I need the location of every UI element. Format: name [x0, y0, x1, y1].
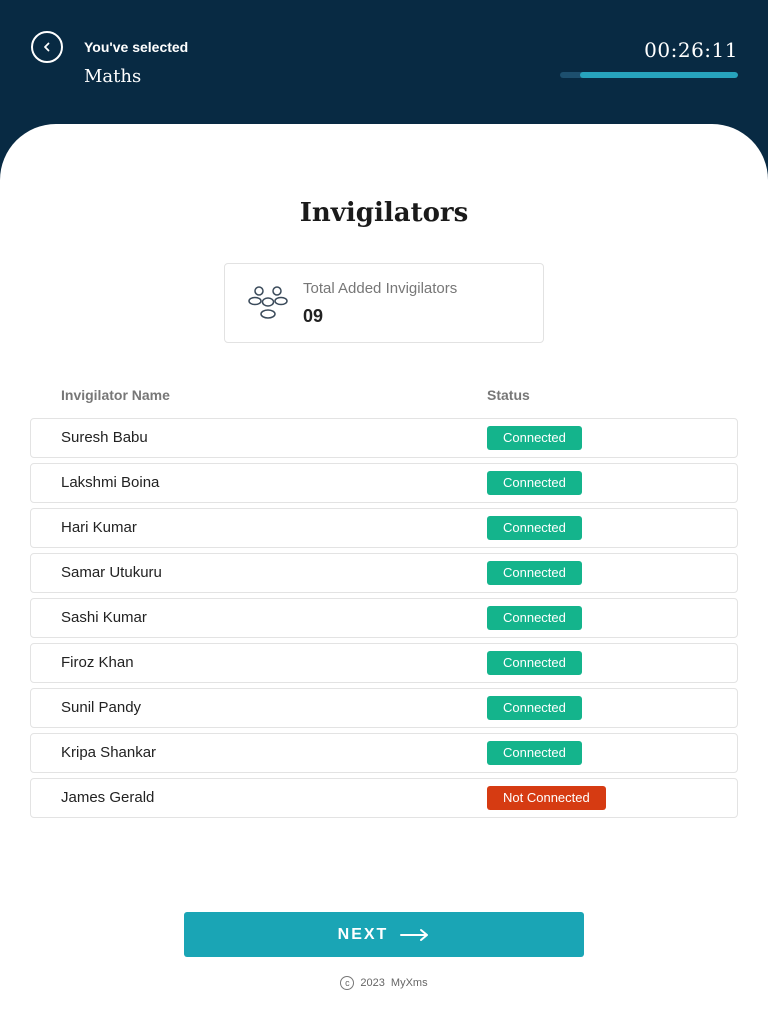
- table-row: Sashi Kumar Connected: [30, 598, 738, 638]
- status-badge: Connected: [487, 696, 582, 720]
- table-row: Lakshmi Boina Connected: [30, 463, 738, 503]
- footer-year: 2023: [360, 977, 385, 989]
- invigilator-name: James Gerald: [61, 789, 155, 806]
- summary-count: 09: [303, 306, 324, 326]
- exam-timer: 00:26:11: [644, 38, 738, 62]
- time-progress-fill: [579, 72, 738, 78]
- invigilator-name: Sashi Kumar: [61, 609, 147, 626]
- status-badge: Connected: [487, 561, 582, 585]
- back-button[interactable]: [31, 31, 63, 63]
- footer: c 2023 MyXms: [0, 976, 768, 990]
- time-progress-bar: [560, 72, 738, 78]
- column-header-name: Invigilator Name: [61, 387, 170, 403]
- copyright-icon: c: [340, 976, 355, 990]
- footer-brand: MyXms: [390, 977, 428, 989]
- group-icon: [248, 286, 288, 319]
- next-button[interactable]: NEXT: [184, 912, 584, 957]
- summary-label: Total Added Invigilators: [303, 280, 458, 297]
- table-row: James Gerald Not Connected: [30, 778, 738, 818]
- total-invigilators-card: Total Added Invigilators 09: [224, 263, 544, 343]
- invigilator-name: Firoz Khan: [61, 654, 134, 671]
- invigilator-name: Hari Kumar: [61, 519, 137, 536]
- status-badge: Connected: [487, 426, 582, 450]
- next-button-label: NEXT: [337, 925, 389, 943]
- status-badge: Connected: [487, 651, 582, 675]
- invigilator-name: Sunil Pandy: [61, 699, 142, 716]
- arrow-right-icon: [400, 928, 429, 941]
- invigilator-name: Suresh Babu: [61, 429, 148, 446]
- invigilator-name: Lakshmi Boina: [61, 474, 160, 491]
- status-badge: Connected: [487, 471, 582, 495]
- status-badge: Connected: [487, 606, 582, 630]
- table-row: Samar Utukuru Connected: [30, 553, 738, 593]
- invigilator-list: Suresh Babu Connected Lakshmi Boina Conn…: [30, 418, 738, 823]
- table-row: Suresh Babu Connected: [30, 418, 738, 458]
- table-row: Firoz Khan Connected: [30, 643, 738, 683]
- status-badge: Connected: [487, 741, 582, 765]
- invigilator-name: Samar Utukuru: [61, 564, 162, 581]
- selected-subject: Maths: [84, 66, 142, 87]
- table-row: Kripa Shankar Connected: [30, 733, 738, 773]
- page-title: Invigilators: [299, 198, 469, 228]
- chevron-left-icon: [44, 42, 50, 52]
- selected-label: You've selected: [84, 39, 189, 55]
- column-header-status: Status: [487, 387, 530, 403]
- status-badge: Not Connected: [487, 786, 606, 810]
- table-row: Sunil Pandy Connected: [30, 688, 738, 728]
- invigilator-name: Kripa Shankar: [61, 744, 157, 761]
- content-card: Invigilators Total Added Invigilators 09…: [0, 124, 768, 1024]
- status-badge: Connected: [487, 516, 582, 540]
- table-row: Hari Kumar Connected: [30, 508, 738, 548]
